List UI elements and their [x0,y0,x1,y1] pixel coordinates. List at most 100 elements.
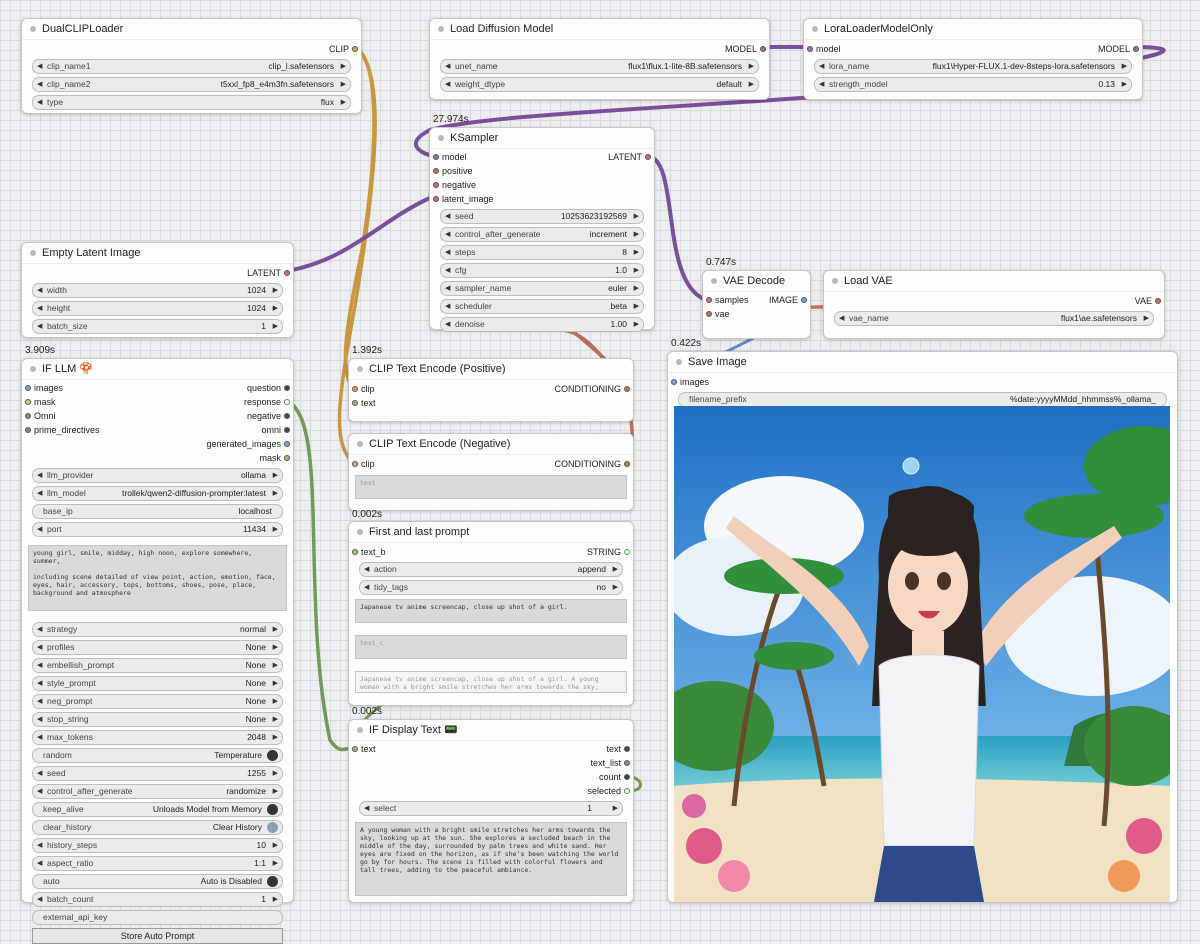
output-clip[interactable]: CLIP [329,42,358,56]
list-socket-icon[interactable] [624,760,630,766]
widget-embellish-prompt[interactable]: ◀ embellish_prompt None ▶ [32,658,283,673]
socket-icon[interactable] [284,270,290,276]
output-question[interactable]: question [247,381,290,395]
widget-lora-name[interactable]: ◀ lora_name flux1\Hyper-FLUX.1-dev-8steps-… [814,59,1132,74]
output-text[interactable]: text [606,742,630,756]
widget-height[interactable]: ◀ height 1024 ▶ [32,301,283,316]
socket-icon[interactable] [433,154,439,160]
widget-random[interactable]: random Temperature [32,748,283,763]
socket-icon[interactable] [284,399,290,405]
socket-icon[interactable] [25,413,31,419]
output-model[interactable]: MODEL [725,42,766,56]
output-image[interactable]: IMAGE [769,293,807,307]
output-response[interactable]: response [244,395,290,409]
socket-icon[interactable] [352,549,358,555]
widget-clip-name1[interactable]: ◀ clip_name1 clip_l.safetensors ▶ [32,59,351,74]
socket-icon[interactable] [671,379,677,385]
socket-icon[interactable] [645,154,651,160]
output-model[interactable]: MODEL [1098,42,1139,56]
collapse-dot-icon[interactable] [357,441,363,447]
widget-filename-prefix[interactable]: filename_prefix %date:yyyyMMdd_hhmmss%_ol… [678,392,1167,407]
collapse-dot-icon[interactable] [30,366,36,372]
widget-width[interactable]: ◀ width 1024 ▶ [32,283,283,298]
collapse-dot-icon[interactable] [711,278,717,284]
socket-icon[interactable] [25,385,31,391]
clip-text-encode-negative-node[interactable]: CLIP Text Encode (Negative) clip CONDITI… [348,433,634,511]
widget-llm-model[interactable]: ◀ llm_model trollek/qwen2-diffusion-prompt… [32,486,283,501]
socket-icon[interactable] [352,746,358,752]
socket-icon[interactable] [624,386,630,392]
socket-icon[interactable] [284,385,290,391]
socket-icon[interactable] [624,774,630,780]
output-omni[interactable]: omni [261,423,290,437]
socket-icon[interactable] [624,461,630,467]
widget-batch-count[interactable]: ◀ batch_count 1 ▶ [32,892,283,907]
input-vae[interactable]: vae [706,307,730,321]
negative-text-input[interactable]: text [355,475,627,499]
socket-icon[interactable] [433,168,439,174]
widget-clip-name2[interactable]: ◀ clip_name2 t5xxl_fp8_e4m3fn.safetensors ▶ [32,77,351,92]
socket-icon[interactable] [624,788,630,794]
input-images[interactable]: images [671,375,709,389]
input-mask[interactable]: mask [25,395,56,409]
input-negative[interactable]: negative [433,178,476,192]
input-text-b[interactable]: text_b [352,545,386,559]
widget-unet-name[interactable]: ◀ unet_name flux1\flux.1-lite-8B.safetenso… [440,59,759,74]
widget-scheduler[interactable]: ◀ scheduler beta ▶ [440,299,644,314]
socket-icon[interactable] [284,413,290,419]
socket-icon[interactable] [433,196,439,202]
prompt-textarea[interactable]: young girl, smile, midday, high noon, ex… [28,545,287,611]
load-vae-node[interactable]: Load VAE VAE ◀ vae_name flux1\ae.safetenso… [823,270,1165,339]
output-mask[interactable]: mask [259,451,290,465]
widget-profiles[interactable]: ◀ profiles None ▶ [32,640,283,655]
socket-icon[interactable] [284,441,290,447]
output-generated-images[interactable]: generated_images [206,437,290,451]
widget-weight-dtype[interactable]: ◀ weight_dtype default ▶ [440,77,759,92]
collapse-dot-icon[interactable] [676,359,682,365]
socket-icon[interactable] [25,399,31,405]
socket-icon[interactable] [284,427,290,433]
lora-loader-node[interactable]: LoraLoaderModelOnly model MODEL ◀ lora_na… [803,18,1143,100]
socket-icon[interactable] [284,455,290,461]
collapse-dot-icon[interactable] [832,278,838,284]
widget-strength-model[interactable]: ◀ strength_model 0.13 ▶ [814,77,1132,92]
input-model[interactable]: model [433,150,467,164]
widget-batch-size[interactable]: ◀ batch_size 1 ▶ [32,319,283,334]
socket-icon[interactable] [433,182,439,188]
widget-sampler-name[interactable]: ◀ sampler_name euler ▶ [440,281,644,296]
store-auto-prompt-button[interactable]: Store Auto Prompt [32,928,283,944]
input-latent-image[interactable]: latent_image [433,192,494,206]
input-positive[interactable]: positive [433,164,473,178]
output-negative[interactable]: negative [247,409,290,423]
widget-port[interactable]: ◀ port 11434 ▶ [32,522,283,537]
widget-select[interactable]: ◀ select 1 ▶ [359,801,623,816]
socket-icon[interactable] [25,427,31,433]
widget-style-prompt[interactable]: ◀ style_prompt None ▶ [32,676,283,691]
toggle-icon[interactable] [267,750,278,761]
output-string[interactable]: STRING [587,545,630,559]
input-model[interactable]: model [807,42,841,56]
if-display-text-node[interactable]: IF Display Text 📟 text text text_list co… [348,719,634,903]
first-and-last-prompt-node[interactable]: First and last prompt text_b STRING ◀ act… [348,521,634,706]
widget-clear-history[interactable]: clear_history Clear History [32,820,283,835]
output-count[interactable]: count [599,770,630,784]
vae-decode-node[interactable]: VAE Decode samples IMAGE vae [702,270,811,339]
socket-icon[interactable] [352,461,358,467]
socket-icon[interactable] [807,46,813,52]
input-images[interactable]: images [25,381,63,395]
text-a-input[interactable]: Japanese tv anime screencap, close up sh… [355,599,627,623]
text-c-input[interactable]: text_c [355,635,627,659]
collapse-dot-icon[interactable] [357,366,363,372]
toggle-icon[interactable] [267,804,278,815]
widget-action[interactable]: ◀ action append ▶ [359,562,623,577]
toggle-icon[interactable] [267,822,278,833]
widget-aspect-ratio[interactable]: ◀ aspect_ratio 1:1 ▶ [32,856,283,871]
collapse-dot-icon[interactable] [357,727,363,733]
socket-icon[interactable] [801,297,807,303]
socket-icon[interactable] [706,297,712,303]
input-omni[interactable]: Omni [25,409,56,423]
socket-icon[interactable] [1155,298,1161,304]
socket-icon[interactable] [352,400,358,406]
dualclip-loader-node[interactable]: DualCLIPLoader CLIP ◀ clip_name1 clip_l.sa… [21,18,362,114]
load-diffusion-model-node[interactable]: Load Diffusion Model MODEL ◀ unet_name flu… [429,18,770,100]
